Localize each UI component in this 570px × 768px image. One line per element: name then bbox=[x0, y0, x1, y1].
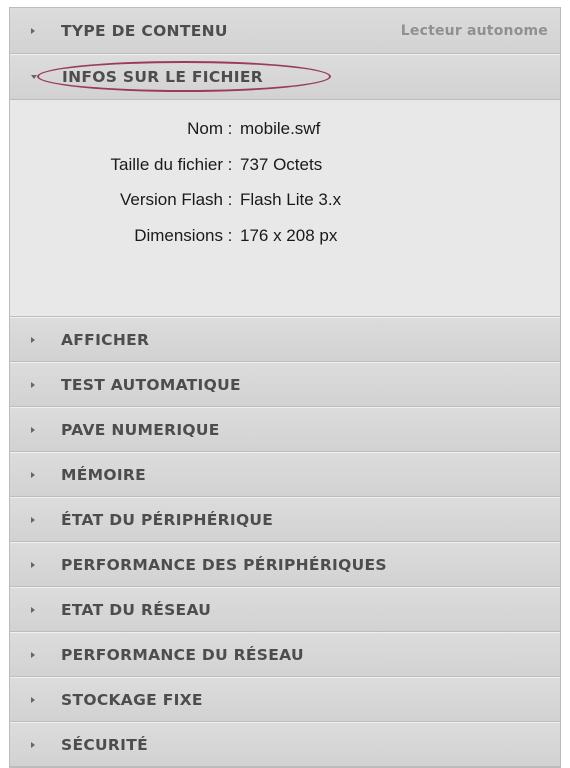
info-key: Dimensions bbox=[134, 225, 223, 245]
section-stockage-fixe[interactable]: STOCKAGE FIXE bbox=[10, 677, 560, 722]
section-memoire[interactable]: MÉMOIRE bbox=[10, 452, 560, 497]
info-separator: : bbox=[227, 119, 233, 138]
section-performance-peripheriques[interactable]: PERFORMANCE DES PÉRIPHÉRIQUES bbox=[10, 542, 560, 587]
triangle-right-icon bbox=[31, 381, 35, 388]
info-separator: : bbox=[227, 190, 233, 209]
section-pave-numerique[interactable]: PAVE NUMERIQUE bbox=[10, 407, 560, 452]
triangle-right-icon bbox=[31, 651, 35, 658]
info-key: Taille du fichier bbox=[110, 154, 223, 174]
section-label: ÉTAT DU PÉRIPHÉRIQUE bbox=[61, 510, 274, 529]
section-label: TYPE DE CONTENU bbox=[61, 21, 228, 40]
info-key: Nom bbox=[187, 119, 223, 138]
section-label: MÉMOIRE bbox=[61, 465, 147, 484]
section-infos-fichier[interactable]: INFOS SUR LE FICHIER bbox=[10, 54, 560, 100]
triangle-right-icon bbox=[31, 426, 35, 433]
info-key: Version Flash bbox=[120, 190, 223, 209]
section-afficher[interactable]: AFFICHER bbox=[10, 317, 560, 362]
info-separator: : bbox=[227, 154, 233, 174]
file-info-content: Nom : mobile.swf Taille du fichier : 737… bbox=[10, 100, 560, 317]
info-separator: : bbox=[227, 225, 233, 245]
section-label: STOCKAGE FIXE bbox=[61, 690, 203, 709]
section-label: ETAT DU RÉSEAU bbox=[61, 600, 212, 619]
section-etat-peripherique[interactable]: ÉTAT DU PÉRIPHÉRIQUE bbox=[10, 497, 560, 542]
section-securite[interactable]: SÉCURITÉ bbox=[10, 722, 560, 767]
triangle-right-icon bbox=[31, 336, 35, 343]
section-label: PERFORMANCE DES PÉRIPHÉRIQUES bbox=[61, 555, 387, 574]
triangle-right-icon bbox=[31, 696, 35, 703]
triangle-right-icon bbox=[31, 606, 35, 613]
section-label: PAVE NUMERIQUE bbox=[61, 420, 220, 439]
section-type-de-contenu[interactable]: TYPE DE CONTENU Lecteur autonome bbox=[10, 8, 560, 54]
section-etat-reseau[interactable]: ETAT DU RÉSEAU bbox=[10, 587, 560, 632]
section-test-automatique[interactable]: TEST AUTOMATIQUE bbox=[10, 362, 560, 407]
section-label: AFFICHER bbox=[61, 330, 150, 349]
triangle-right-icon bbox=[31, 471, 35, 478]
info-value: 176 x 208 px bbox=[240, 225, 338, 245]
content-type-value: Lecteur autonome bbox=[400, 22, 548, 39]
triangle-down-icon bbox=[31, 75, 37, 79]
section-performance-reseau[interactable]: PERFORMANCE DU RÉSEAU bbox=[10, 632, 560, 677]
info-value: 737 Octets bbox=[240, 154, 323, 174]
info-row-taille: Taille du fichier : 737 Octets bbox=[10, 155, 560, 191]
info-row-nom: Nom : mobile.swf bbox=[10, 119, 560, 155]
triangle-right-icon bbox=[31, 27, 35, 34]
section-label: TEST AUTOMATIQUE bbox=[61, 375, 241, 394]
section-label: INFOS SUR LE FICHIER bbox=[62, 68, 263, 86]
info-row-version: Version Flash : Flash Lite 3.x bbox=[10, 190, 560, 226]
info-row-dimensions: Dimensions : 176 x 208 px bbox=[10, 226, 560, 262]
device-settings-panel: TYPE DE CONTENU Lecteur autonome INFOS S… bbox=[9, 7, 561, 768]
section-label: SÉCURITÉ bbox=[61, 735, 148, 754]
triangle-right-icon bbox=[31, 741, 35, 748]
info-value: Flash Lite 3.x bbox=[240, 190, 342, 209]
triangle-right-icon bbox=[31, 516, 35, 523]
triangle-right-icon bbox=[31, 561, 35, 568]
section-label: PERFORMANCE DU RÉSEAU bbox=[61, 645, 304, 664]
info-value: mobile.swf bbox=[240, 119, 321, 138]
